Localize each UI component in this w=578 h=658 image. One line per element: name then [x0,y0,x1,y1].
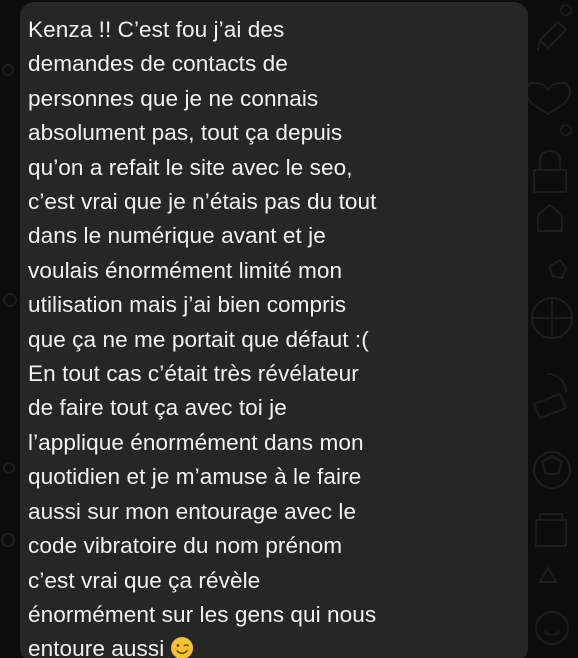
message-line: demandes de contacts de [28,51,288,77]
winking-face-icon [171,637,194,658]
message-line: c’est vrai que je n’étais pas du tout [28,189,377,215]
pot-doodle [535,513,567,547]
message-line: absolument pas, tout ça depuis [28,120,343,146]
message-last-line: entoure aussi [28,632,528,658]
message-line: l’applique énormément dans mon [28,429,364,455]
doodle-circle [560,124,572,136]
message-line: aussi sur mon entourage avec le [28,498,357,524]
moon-doodle [547,373,567,393]
message-line: utilisation mais j’ai bien compris [28,292,347,318]
heart-doodle [525,81,571,115]
message-line: personnes que je ne connais [28,85,319,111]
message-line: quotidien et je m’amuse à le faire [28,464,362,490]
doodle-circle [2,64,14,76]
message-line: entoure aussi [28,636,165,658]
triangle-doodle [539,567,557,583]
ticket-doodle [533,393,567,419]
doodle-circle [560,4,572,16]
gem-doodle [549,259,567,279]
message-line: Kenza !! C’est fou j’ai des [28,17,285,42]
message-line: que ça ne me portait que défaut :( [28,326,369,352]
message-line: dans le numérique avant et je [28,223,326,249]
pencil-doodle [537,21,567,51]
message-line: énormément sur les gens qui nous [28,601,377,627]
message-line: de faire tout ça avec toi je [28,395,287,421]
smiley-mouth-doodle [544,631,560,636]
soccer-ball-doodle [533,451,571,489]
message-line: En tout cas c’était très révélateur [28,361,359,387]
lock-doodle [533,150,567,193]
doodle-circle [3,462,15,474]
chat-background: Kenza !! C’est fou j’ai des demandes de … [0,0,578,658]
message-line: code vibratoire du nom prénom [28,533,343,559]
soccer-pattern-doodle [541,455,563,475]
smiley-doodle [535,611,569,645]
message-line: c’est vrai que ça révèle [28,567,261,593]
message-line: qu’on a refait le site avec le seo, [28,154,353,180]
doodle-circle [1,533,15,547]
house-doodle [537,204,563,232]
message-text: Kenza !! C’est fou j’ai des demandes de … [28,13,528,658]
message-line: voulais énormément limité mon [28,257,343,283]
doodle-circle [3,293,17,307]
message-bubble[interactable]: Kenza !! C’est fou j’ai des demandes de … [20,2,528,658]
